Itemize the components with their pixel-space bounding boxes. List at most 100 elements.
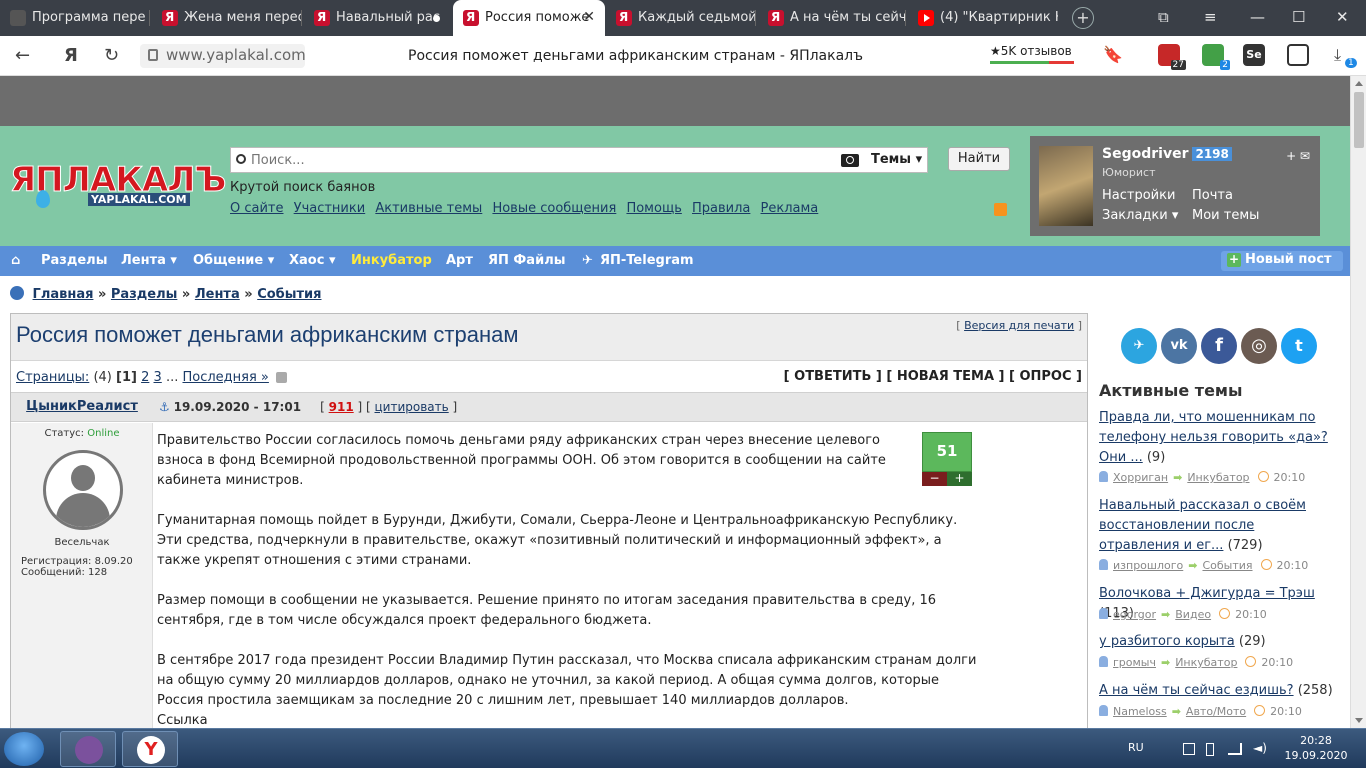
link-ads[interactable]: Реклама — [761, 201, 819, 216]
start-button[interactable] — [4, 732, 44, 766]
tab-what-ride[interactable]: А на чём ты сейча — [758, 0, 906, 36]
topic-actions[interactable]: [ ОТВЕТИТЬ ] [ НОВАЯ ТЕМА ] [ ОПРОС ] — [784, 369, 1082, 384]
tab-russia-active[interactable]: Россия поможе ✕ — [453, 0, 605, 36]
url-field[interactable]: www.yaplakal.com — [140, 44, 306, 68]
breadcrumb-home[interactable]: Главная — [33, 287, 94, 302]
taskbar-yandex-browser[interactable]: Y — [122, 731, 178, 767]
breadcrumb-feed[interactable]: Лента — [195, 287, 240, 302]
active-topic-item[interactable]: Правда ли, что мошенникам по телефону не… — [1099, 408, 1337, 468]
downloads-icon[interactable]: ⤓ — [1334, 45, 1341, 65]
link-active-topics[interactable]: Активные темы — [375, 201, 482, 216]
user-action-icons[interactable]: + ✉ — [1286, 149, 1310, 163]
instagram-share-icon[interactable]: ◎ — [1241, 328, 1277, 364]
active-topic-item[interactable]: А на чём ты сейчас ездишь? (258) — [1099, 681, 1337, 701]
close-tab-icon[interactable]: ✕ — [583, 9, 595, 25]
volume-icon[interactable]: ◄) — [1253, 741, 1267, 755]
scroll-thumb[interactable] — [1354, 92, 1364, 148]
breadcrumb-events[interactable]: События — [257, 287, 321, 302]
page-2-link[interactable]: 2 — [141, 370, 149, 385]
close-window-icon[interactable]: ✕ — [1336, 8, 1349, 26]
search-input[interactable] — [251, 151, 811, 169]
selenium-extension-icon[interactable]: Se — [1243, 44, 1265, 66]
settings-link[interactable]: Настройки — [1102, 188, 1175, 203]
reload-icon[interactable]: ↻ — [104, 45, 119, 66]
link-about[interactable]: О сайте — [230, 201, 284, 216]
user-status: Статус: Online — [44, 428, 120, 439]
link-members[interactable]: Участники — [294, 201, 366, 216]
back-icon[interactable]: ← — [15, 45, 30, 66]
active-topic-item[interactable]: Навальный рассказал о своём восстановлен… — [1099, 496, 1337, 556]
pages-dropdown-icon[interactable] — [276, 372, 288, 383]
page-scrollbar[interactable] — [1350, 76, 1366, 728]
page-3-link[interactable]: 3 — [154, 370, 162, 385]
pages-label[interactable]: Страницы: — [16, 370, 89, 385]
link-help[interactable]: Помощь — [626, 201, 681, 216]
browser-menu-icon[interactable]: ≡ — [1204, 8, 1217, 26]
search-button[interactable]: Найти — [948, 147, 1010, 171]
rating-minus-button[interactable]: − — [922, 472, 947, 486]
post-author[interactable]: ЦыникРеалист — [11, 393, 153, 421]
telegram-share-icon[interactable]: ✈ — [1121, 328, 1157, 364]
tab-program[interactable]: Программа пере — [0, 0, 150, 36]
nav-communication[interactable]: Общение ▾ — [193, 253, 274, 268]
taskbar-viber[interactable] — [60, 731, 116, 767]
link-rules[interactable]: Правила — [692, 201, 750, 216]
rating-plus-button[interactable]: + — [947, 472, 972, 486]
quote-link[interactable]: цитировать — [375, 400, 449, 414]
user-avatar-placeholder[interactable] — [43, 450, 123, 530]
post-paragraph: Гуманитарная помощь пойдет в Бурунди, Дж… — [157, 513, 958, 568]
twitter-share-icon[interactable]: t — [1281, 328, 1317, 364]
adblock-extension-icon[interactable]: 27 — [1158, 44, 1186, 70]
taskbar-clock[interactable]: 20:28 19.09.2020 — [1280, 733, 1352, 763]
scroll-down-icon[interactable] — [1355, 718, 1363, 723]
reviews-button[interactable]: ★5K отзывов — [990, 44, 1074, 64]
user-icon — [1099, 656, 1108, 667]
home-icon[interactable]: ⌂ — [11, 253, 20, 268]
download-extension-icon[interactable]: 2 — [1202, 44, 1230, 70]
rss-icon[interactable] — [994, 203, 1007, 216]
vk-share-icon[interactable]: vk — [1161, 328, 1197, 364]
tab-navalny[interactable]: Навальный рас — [304, 0, 452, 36]
scroll-up-icon[interactable] — [1355, 81, 1363, 86]
camera-icon[interactable] — [841, 154, 859, 167]
nav-incubator[interactable]: Инкубатор — [351, 253, 432, 268]
link-new-messages[interactable]: Новые сообщения — [492, 201, 616, 216]
new-post-button[interactable]: + Новый пост — [1221, 251, 1343, 271]
bookmark-icon[interactable]: 🔖 — [1103, 45, 1123, 64]
my-topics-link[interactable]: Мои темы — [1192, 208, 1259, 223]
post-number[interactable]: 911 — [329, 400, 354, 414]
yandex-icon[interactable]: Я — [64, 45, 78, 66]
mail-link[interactable]: Почта — [1192, 188, 1233, 203]
translate-extension-icon[interactable] — [1287, 44, 1309, 66]
bookmarks-link[interactable]: Закладки ▾ — [1102, 208, 1178, 223]
print-version-link[interactable]: Версия для печати — [964, 319, 1074, 332]
tab-wife[interactable]: Жена меня перес — [152, 0, 302, 36]
active-topic-meta: egorgor ➡ Видео 20:10 — [1099, 608, 1267, 621]
tabs-menu-icon[interactable]: ⧉ — [1158, 8, 1169, 26]
network-error-icon[interactable] — [1183, 743, 1195, 755]
last-page-link[interactable]: Последняя » — [182, 370, 268, 385]
nav-files[interactable]: ЯП Файлы — [488, 253, 565, 268]
username[interactable]: Segodriver 2198 — [1102, 146, 1232, 162]
nav-sections[interactable]: Разделы — [41, 253, 107, 268]
battery-icon[interactable] — [1206, 743, 1214, 756]
avatar[interactable] — [1039, 146, 1093, 226]
active-topic-meta: Nameloss ➡ Авто/Мото 20:10 — [1099, 705, 1302, 718]
nav-feed[interactable]: Лента ▾ — [121, 253, 177, 268]
minimize-icon[interactable]: — — [1250, 8, 1265, 26]
anchor-icon[interactable]: ⚓ — [159, 400, 170, 414]
language-indicator[interactable]: RU — [1128, 741, 1144, 754]
breadcrumb-sections[interactable]: Разделы — [111, 287, 177, 302]
maximize-icon[interactable]: ☐ — [1292, 8, 1305, 26]
facebook-share-icon[interactable]: f — [1201, 328, 1237, 364]
new-tab-button[interactable]: + — [1072, 7, 1094, 29]
nav-telegram[interactable]: ЯП-Telegram — [600, 253, 694, 268]
signal-icon[interactable] — [1228, 743, 1242, 755]
active-topic-item[interactable]: у разбитого корыта (29) — [1099, 632, 1337, 652]
tab-youtube[interactable]: (4) "Квартирник Н — [908, 0, 1058, 36]
site-logo[interactable]: ЯПЛАКАЛЪ YAPLAKAL.COM — [9, 160, 227, 208]
search-scope-select[interactable]: Темы ▾ — [871, 152, 922, 167]
tab-every-seventh[interactable]: Каждый седьмой — [606, 0, 756, 36]
nav-chaos[interactable]: Хаос ▾ — [289, 253, 335, 268]
nav-art[interactable]: Арт — [446, 253, 473, 268]
